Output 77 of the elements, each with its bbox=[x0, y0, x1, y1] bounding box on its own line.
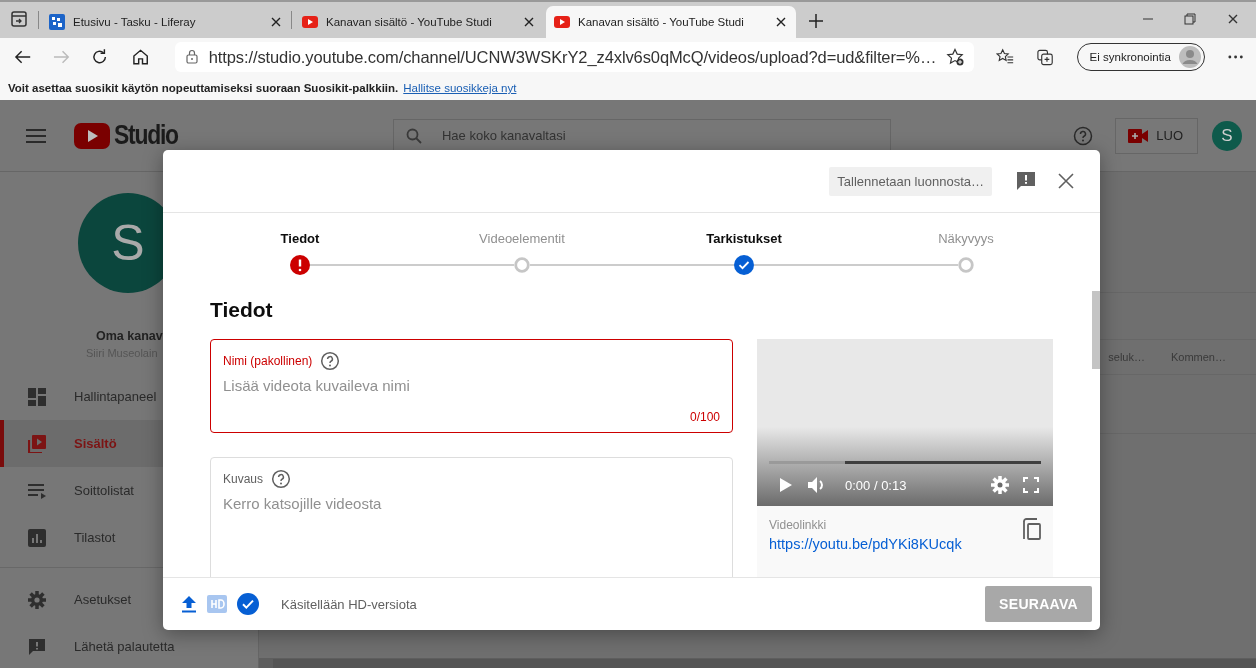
close-icon[interactable] bbox=[774, 15, 788, 29]
step-label[interactable]: Videoelementit bbox=[479, 231, 565, 246]
lock-icon bbox=[184, 49, 199, 65]
close-icon[interactable] bbox=[522, 15, 536, 29]
horizontal-scrollbar[interactable] bbox=[259, 658, 1256, 668]
browser-tab[interactable]: Kanavan sisältö - YouTube Studi bbox=[546, 6, 796, 38]
processing-status: Käsitellään HD-versiota bbox=[281, 596, 417, 612]
step-label[interactable]: Tiedot bbox=[280, 231, 320, 246]
video-time: 0:00 / 0:13 bbox=[845, 477, 907, 493]
collections-icon[interactable] bbox=[1036, 47, 1055, 67]
favorites-icon[interactable] bbox=[996, 48, 1015, 66]
tab-title: Etusivu - Tasku - Liferay bbox=[73, 16, 197, 28]
account-avatar[interactable]: S bbox=[1212, 120, 1242, 151]
nav-item[interactable]: Tilastot bbox=[0, 514, 258, 561]
play-stack-icon bbox=[28, 434, 46, 453]
settings-icon[interactable] bbox=[991, 476, 1009, 494]
browser-tab[interactable]: Kanavan sisältö - YouTube Studi bbox=[294, 6, 544, 38]
fullscreen-icon[interactable] bbox=[1023, 477, 1039, 493]
url-text: https://studio.youtube.com/channel/UCNW3WSKrY2_z4xlv6s0qMcQ/videos/upload?d=ud&filter=%… bbox=[208, 47, 937, 67]
play-icon[interactable] bbox=[779, 477, 793, 493]
field-label: Nimi (pakollinen) bbox=[223, 354, 313, 368]
scrollbar[interactable] bbox=[1092, 291, 1100, 369]
address-bar[interactable]: https://studio.youtube.com/channel/UCNW3WSKrY2_z4xlv6s0qMcQ/videos/upload?d=ud&filter=%… bbox=[174, 42, 975, 72]
upload-icon bbox=[181, 595, 197, 613]
hd-icon bbox=[207, 595, 227, 613]
nav-item[interactable]: Lähetä palautetta bbox=[0, 623, 258, 668]
video-player[interactable]: 0:00 / 0:13 bbox=[757, 339, 1053, 506]
nav-item[interactable]: Asetukset bbox=[0, 576, 258, 623]
error-icon[interactable] bbox=[290, 255, 310, 275]
video-link[interactable]: https://youtu.be/pdYKi8KUcqk bbox=[769, 536, 1023, 552]
avatar-icon bbox=[1178, 46, 1201, 68]
video-progress-bar[interactable] bbox=[769, 461, 1041, 464]
tab-title: Kanavan sisältö - YouTube Studi bbox=[326, 16, 493, 28]
close-icon[interactable] bbox=[269, 15, 283, 29]
profile-button[interactable]: Ei synkronointia bbox=[1076, 43, 1205, 71]
settings-icon bbox=[28, 590, 46, 609]
feedback-icon bbox=[28, 637, 46, 656]
home-icon[interactable] bbox=[131, 48, 149, 66]
playlist-icon bbox=[28, 481, 46, 500]
browser-tab[interactable]: Etusivu - Tasku - Liferay bbox=[41, 6, 291, 38]
character-counter: 0/100 bbox=[689, 410, 720, 424]
favorites-hint: Voit asettaa suosikit käytön nopeuttamiseksi suoraan Suosikit-palkkiin. bbox=[8, 82, 399, 94]
video-link-label: Videolinkki bbox=[769, 518, 828, 532]
video-plus-icon bbox=[1128, 128, 1149, 143]
play-favicon-icon bbox=[554, 14, 570, 30]
create-button[interactable]: LUO bbox=[1115, 117, 1198, 154]
play-logo-icon[interactable] bbox=[74, 122, 110, 149]
field-label: Kuvaus bbox=[223, 472, 264, 486]
help-icon[interactable] bbox=[1073, 125, 1094, 146]
restore-icon[interactable] bbox=[1184, 13, 1196, 25]
add-favorite-icon[interactable] bbox=[946, 48, 965, 66]
step-label[interactable]: Tarkistukset bbox=[706, 231, 782, 246]
dashboard-icon bbox=[28, 387, 46, 406]
check-icon bbox=[237, 593, 259, 615]
new-tab-icon[interactable] bbox=[808, 13, 824, 29]
help-icon[interactable] bbox=[320, 351, 341, 371]
close-icon[interactable] bbox=[1226, 12, 1240, 26]
check-icon[interactable] bbox=[734, 255, 754, 275]
liferay-favicon-icon bbox=[49, 14, 65, 30]
saving-status: Tallennetaan luonnosta… bbox=[829, 166, 992, 196]
section-heading: Tiedot bbox=[210, 298, 274, 322]
help-icon[interactable] bbox=[271, 469, 292, 489]
tab-actions-icon[interactable] bbox=[10, 10, 28, 28]
chart-icon bbox=[28, 528, 46, 547]
close-icon[interactable] bbox=[1058, 173, 1074, 189]
play-favicon-icon bbox=[302, 14, 318, 30]
step-label[interactable]: Näkyvyys bbox=[938, 231, 994, 246]
feedback-icon[interactable] bbox=[1016, 171, 1036, 191]
copy-icon[interactable] bbox=[1023, 518, 1041, 540]
search-icon bbox=[406, 127, 422, 144]
search-input[interactable]: Hae koko kanavaltasi bbox=[440, 127, 844, 144]
manage-favorites-link[interactable]: Hallitse suosikkeja nyt bbox=[403, 82, 517, 94]
more-icon[interactable] bbox=[1226, 54, 1244, 60]
back-icon[interactable] bbox=[14, 48, 32, 66]
channel-name: Oma kanav bbox=[96, 329, 164, 343]
tab-title: Kanavan sisältö - YouTube Studi bbox=[578, 16, 745, 28]
menu-icon[interactable] bbox=[26, 127, 46, 144]
